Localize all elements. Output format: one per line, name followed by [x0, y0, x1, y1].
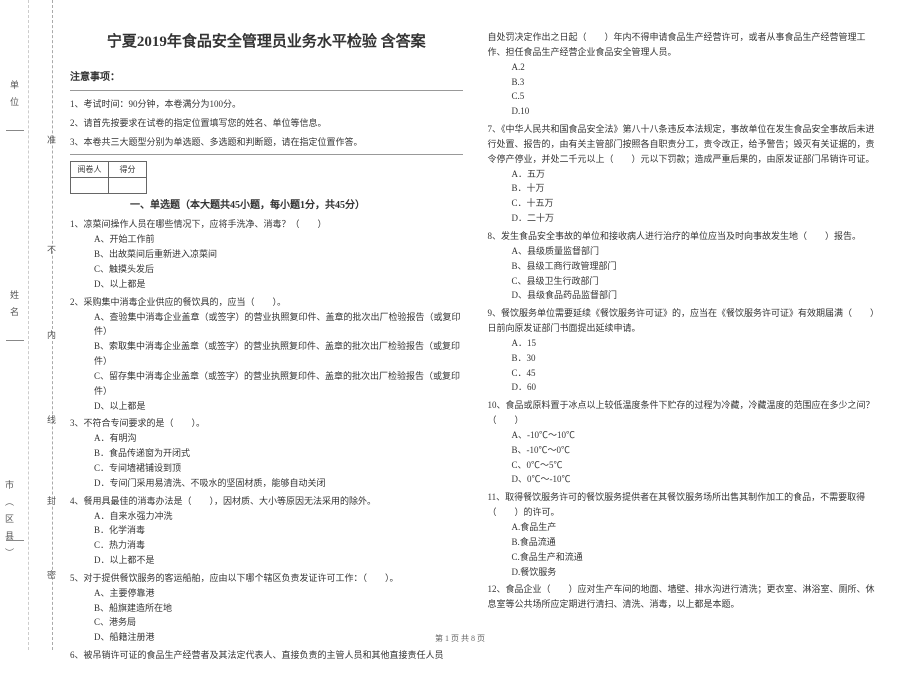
- q12-stem: 12、食品企业（ ）应对生产车间的地面、墙壁、排水沟进行清洗；更衣室、淋浴室、厕…: [488, 582, 881, 612]
- q10-b: B、-10℃～0℃: [512, 443, 881, 458]
- q1-a: A、开始工作前: [94, 232, 463, 247]
- binding-margin: 单位 准 不 姓名 内 线 封 市（区县） 密: [0, 0, 70, 650]
- q9-b: B．30: [512, 351, 881, 366]
- q8-c: C、县级卫生行政部门: [512, 274, 881, 289]
- q8-a: A、县级质量监督部门: [512, 244, 881, 259]
- vlabel-bu: 不: [45, 245, 58, 262]
- q7-a: A．五万: [512, 167, 881, 182]
- q2-a: A、查验集中消毒企业盖章（或签字）的营业执照复印件、盖章的批次出厂检验报告（或复…: [94, 310, 463, 340]
- notice-3: 3、本卷共三大题型分别为单选题、多选题和判断题，请在指定位置作答。: [70, 135, 463, 150]
- q4-stem: 4、餐用具最佳的消毒办法是（ ），因材质、大小等原因无法采用的除外。: [70, 494, 463, 509]
- q2-stem: 2、采购集中消毒企业供应的餐饮具的，应当（ ）。: [70, 295, 463, 310]
- divider: [70, 154, 463, 155]
- q5-b: B、船旗建造所在地: [94, 601, 463, 616]
- q11-a: A.食品生产: [512, 520, 881, 535]
- q8-b: B、县级工商行政管理部门: [512, 259, 881, 274]
- q9-c: C．45: [512, 366, 881, 381]
- q2-b: B、索取集中消毒企业盖章（或签字）的营业执照复印件、盖章的批次出厂检验报告（或复…: [94, 339, 463, 369]
- q3-d: D．专间门采用易清洗、不吸水的坚固材质，能够自动关闭: [94, 476, 463, 491]
- q11-d: D.餐饮服务: [512, 565, 881, 580]
- q10-d: D、0℃～-10℃: [512, 472, 881, 487]
- q1-d: D、以上都是: [94, 277, 463, 292]
- q6-cont: 自处罚决定作出之日起（ ）年内不得申请食品生产经营许可，或者从事食品生产经营管理…: [488, 30, 881, 60]
- q10-c: C、0℃～5℃: [512, 458, 881, 473]
- notice-1: 1、考试时间：90分钟，本卷满分为100分。: [70, 97, 463, 112]
- vlabel-mi: 密: [45, 570, 58, 587]
- empty-cell: [71, 177, 109, 193]
- q5-a: A、主要停靠港: [94, 586, 463, 601]
- right-column: 自处罚决定作出之日起（ ）年内不得申请食品生产经营许可，或者从事食品生产经营管理…: [488, 30, 881, 663]
- q6-d: D.10: [512, 104, 881, 119]
- hline: [6, 130, 24, 131]
- q2-c: C、留存集中消毒企业盖章（或签字）的营业执照复印件、盖章的批次出厂检验报告（或复…: [94, 369, 463, 399]
- q4-a: A．自来水强力冲洗: [94, 509, 463, 524]
- vlabel-feng: 封: [45, 496, 58, 513]
- empty-cell: [109, 177, 147, 193]
- q10-a: A、-10℃～10℃: [512, 428, 881, 443]
- q1-c: C、触摸头发后: [94, 262, 463, 277]
- q6-c: C.5: [512, 89, 881, 104]
- q4-c: C．热力消毒: [94, 538, 463, 553]
- q3-stem: 3、不符合专间要求的是（ ）。: [70, 416, 463, 431]
- notice-label: 注意事项：: [70, 70, 463, 87]
- examiner-cell: 阅卷人: [71, 161, 109, 177]
- q8-d: D、县级食品药品监督部门: [512, 288, 881, 303]
- dash-line-2: [28, 0, 29, 650]
- hline: [6, 540, 24, 541]
- vlabel-city: 市（区县）: [3, 480, 16, 565]
- q7-d: D．二十万: [512, 211, 881, 226]
- score-cell: 得分: [109, 161, 147, 177]
- q9-a: A．15: [512, 336, 881, 351]
- q8-stem: 8、发生食品安全事故的单位和接收病人进行治疗的单位应当及时向事故发生地（ ）报告…: [488, 229, 881, 244]
- page-footer: 第 1 页 共 8 页: [0, 633, 920, 644]
- q6-stem: 6、被吊销许可证的食品生产经营者及其法定代表人、直接负责的主管人员和其他直接责任…: [70, 648, 463, 663]
- q6-a: A.2: [512, 60, 881, 75]
- q11-c: C.食品生产和流通: [512, 550, 881, 565]
- exam-title: 宁夏2019年食品安全管理员业务水平检验 含答案: [70, 30, 463, 55]
- q5-stem: 5、对于提供餐饮服务的客运船舶，应由以下哪个辖区负责发证许可工作：（ ）。: [70, 571, 463, 586]
- section-1-title: 一、单选题（本大题共45小题，每小题1分，共45分）: [130, 198, 463, 215]
- dash-line: [52, 0, 53, 650]
- q11-stem: 11、取得餐饮服务许可的餐饮服务提供者在其餐饮服务场所出售其制作加工的食品，不需…: [488, 490, 881, 520]
- q5-c: C、港务局: [94, 615, 463, 630]
- q2-d: D、以上都是: [94, 399, 463, 414]
- q3-b: B．食品传递窗为开闭式: [94, 446, 463, 461]
- q6-b: B.3: [512, 75, 881, 90]
- q9-stem: 9、餐饮服务单位需要延续《餐饮服务许可证》的，应当在《餐饮服务许可证》有效期届满…: [488, 306, 881, 336]
- q7-stem: 7、《中华人民共和国食品安全法》第八十八条违反本法规定，事故单位在发生食品安全事…: [488, 122, 881, 167]
- vlabel-name: 姓名: [8, 290, 21, 324]
- q10-stem: 10、食品或原料置于冰点以上较低温度条件下贮存的过程为冷藏，冷藏温度的范围应在多…: [488, 398, 881, 428]
- q1-stem: 1、凉菜间操作人员在哪些情况下，应将手洗净、消毒？（ ）: [70, 217, 463, 232]
- vlabel-unit: 单位: [8, 80, 21, 114]
- q4-d: D．以上都不是: [94, 553, 463, 568]
- vlabel-xian: 线: [45, 415, 58, 432]
- q7-c: C．十五万: [512, 196, 881, 211]
- q11-b: B.食品流通: [512, 535, 881, 550]
- q3-c: C．专间墙裙铺设到顶: [94, 461, 463, 476]
- q3-a: A．有明沟: [94, 431, 463, 446]
- divider: [70, 90, 463, 91]
- q9-d: D．60: [512, 380, 881, 395]
- hline: [6, 340, 24, 341]
- q4-b: B．化学消毒: [94, 523, 463, 538]
- page-content: 宁夏2019年食品安全管理员业务水平检验 含答案 注意事项： 1、考试时间：90…: [0, 0, 920, 678]
- q7-b: B．十万: [512, 181, 881, 196]
- left-column: 宁夏2019年食品安全管理员业务水平检验 含答案 注意事项： 1、考试时间：90…: [70, 30, 463, 663]
- vlabel-zhun: 准: [45, 135, 58, 152]
- q1-b: B、出故菜间后重新进入凉菜间: [94, 247, 463, 262]
- vlabel-nei: 内: [45, 330, 58, 347]
- score-table: 阅卷人 得分: [70, 161, 147, 194]
- notice-2: 2、请首先按要求在试卷的指定位置填写您的姓名、单位等信息。: [70, 116, 463, 131]
